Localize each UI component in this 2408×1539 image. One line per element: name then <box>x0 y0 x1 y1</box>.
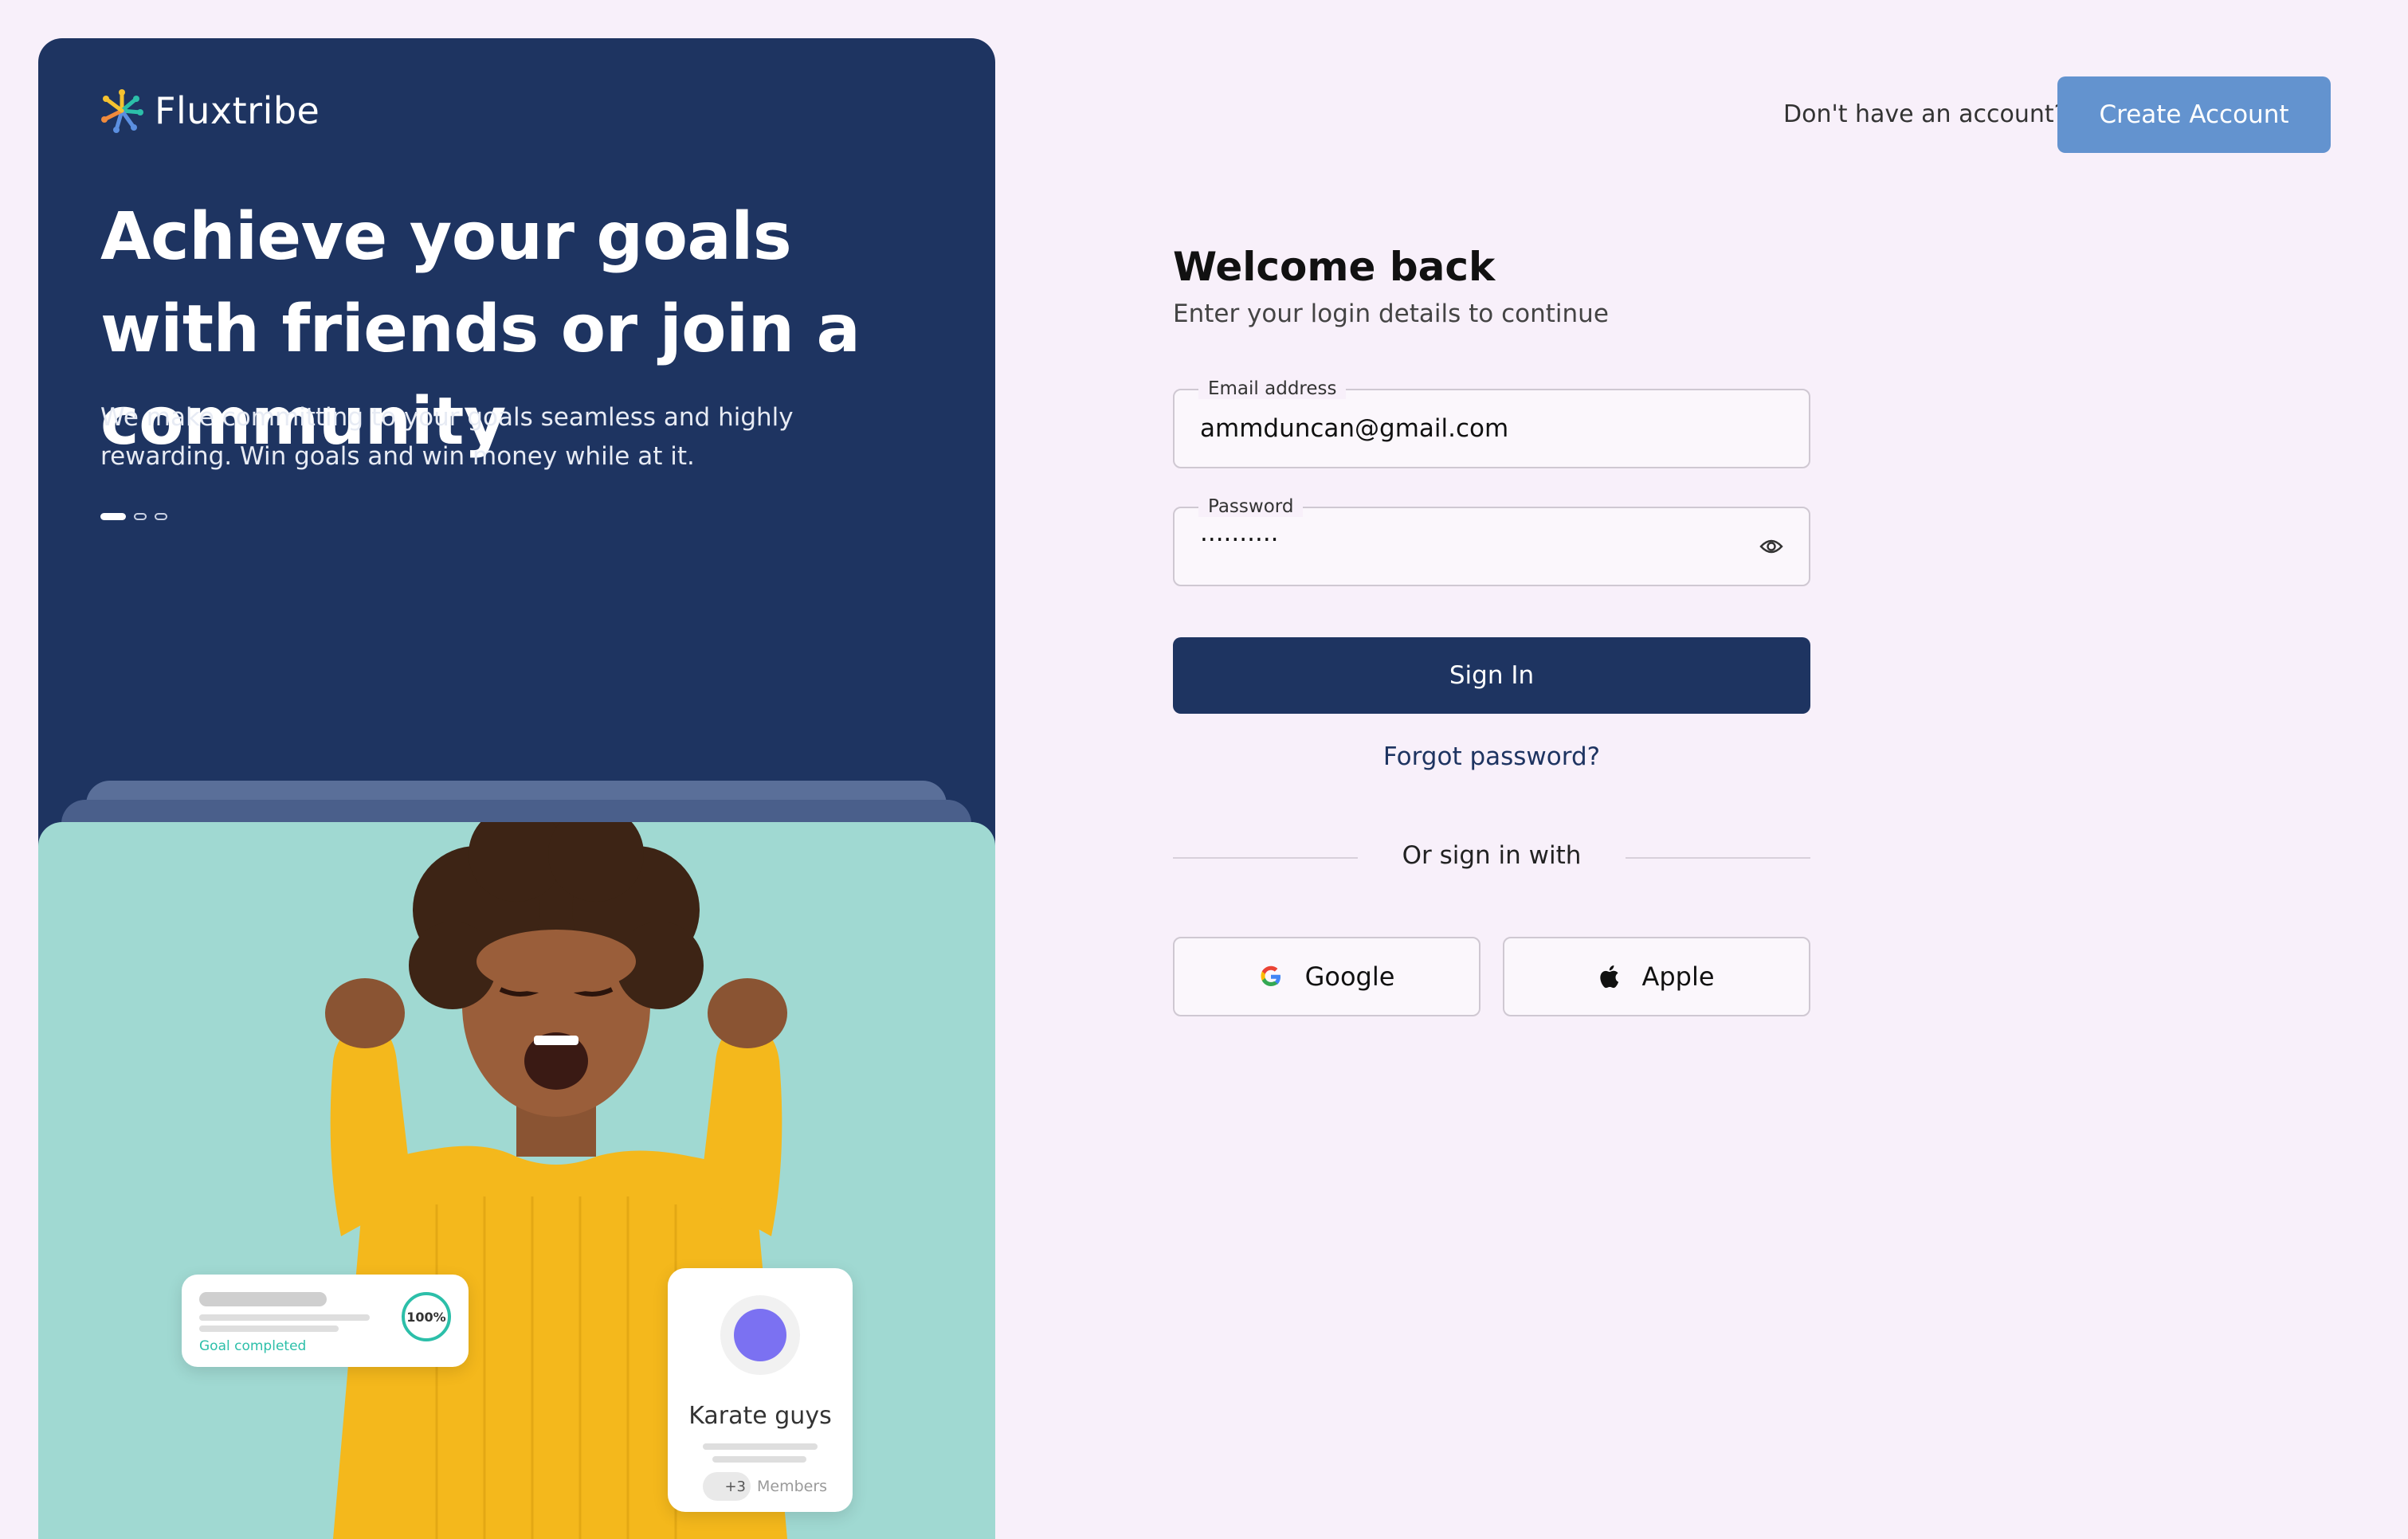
sign-in-button[interactable]: Sign In <box>1173 637 1810 714</box>
form-title: Welcome back <box>1173 244 1496 290</box>
apple-label: Apple <box>1641 961 1715 992</box>
hero-photo: Goal completed 100% Karate guys +3 Membe… <box>38 822 995 1539</box>
goal-status: Goal completed <box>199 1338 307 1354</box>
email-field[interactable]: Email address <box>1173 378 1810 468</box>
carousel-dot-1[interactable] <box>100 513 126 520</box>
goal-title-placeholder <box>199 1292 327 1306</box>
login-page: Fluxtribe Achieve your goals with friend… <box>0 0 2408 1539</box>
email-input[interactable] <box>1200 408 1750 449</box>
google-icon <box>1261 965 1280 986</box>
apple-icon <box>1600 965 1619 989</box>
group-line-placeholder <box>712 1456 806 1463</box>
divider-label: Or sign in with <box>1402 841 1582 870</box>
group-name: Karate guys <box>688 1402 832 1430</box>
hero-subtitle: We make committing to your goals seamles… <box>100 403 794 471</box>
carousel-dot-3[interactable] <box>155 513 167 520</box>
divider-line <box>1626 857 1810 859</box>
password-input[interactable] <box>1200 519 1750 561</box>
group-avatar-frame <box>720 1295 800 1375</box>
brand[interactable]: Fluxtribe <box>99 88 320 134</box>
password-field[interactable]: Password <box>1173 496 1810 586</box>
signup-prompt: Don't have an account? <box>1783 100 2067 128</box>
login-form: Welcome back Enter your login details to… <box>1173 239 1810 1016</box>
carousel-indicator <box>100 513 175 520</box>
create-account-button[interactable]: Create Account <box>2057 76 2331 153</box>
forgot-password-link[interactable]: Forgot password? <box>1173 742 1810 771</box>
member-count-chip: +3 <box>703 1472 751 1501</box>
google-sign-in-button[interactable]: Google <box>1173 937 1480 1016</box>
brand-name: Fluxtribe <box>155 89 320 132</box>
members-label: Members <box>757 1478 828 1495</box>
carousel-dot-2[interactable] <box>134 513 147 520</box>
social-divider: Or sign in with <box>1173 841 1810 873</box>
hero-panel: Fluxtribe Achieve your goals with friend… <box>38 38 995 1539</box>
group-line-placeholder <box>703 1443 818 1450</box>
eye-icon[interactable] <box>1759 537 1783 556</box>
apple-sign-in-button[interactable]: Apple <box>1503 937 1810 1016</box>
fluxtribe-logo-icon <box>101 89 143 133</box>
goal-completed-card: Goal completed 100% <box>182 1275 469 1367</box>
goal-line-placeholder <box>199 1314 370 1321</box>
group-members: +3 Members <box>703 1472 827 1501</box>
google-label: Google <box>1304 961 1395 992</box>
group-avatar <box>734 1309 786 1361</box>
goal-progress-ring: 100% <box>402 1292 451 1341</box>
form-subtitle: Enter your login details to continue <box>1173 300 1609 328</box>
goal-line-placeholder <box>199 1326 339 1332</box>
email-label: Email address <box>1198 378 1347 399</box>
community-group-card: Karate guys +3 Members <box>668 1268 853 1512</box>
password-label: Password <box>1198 496 1304 517</box>
